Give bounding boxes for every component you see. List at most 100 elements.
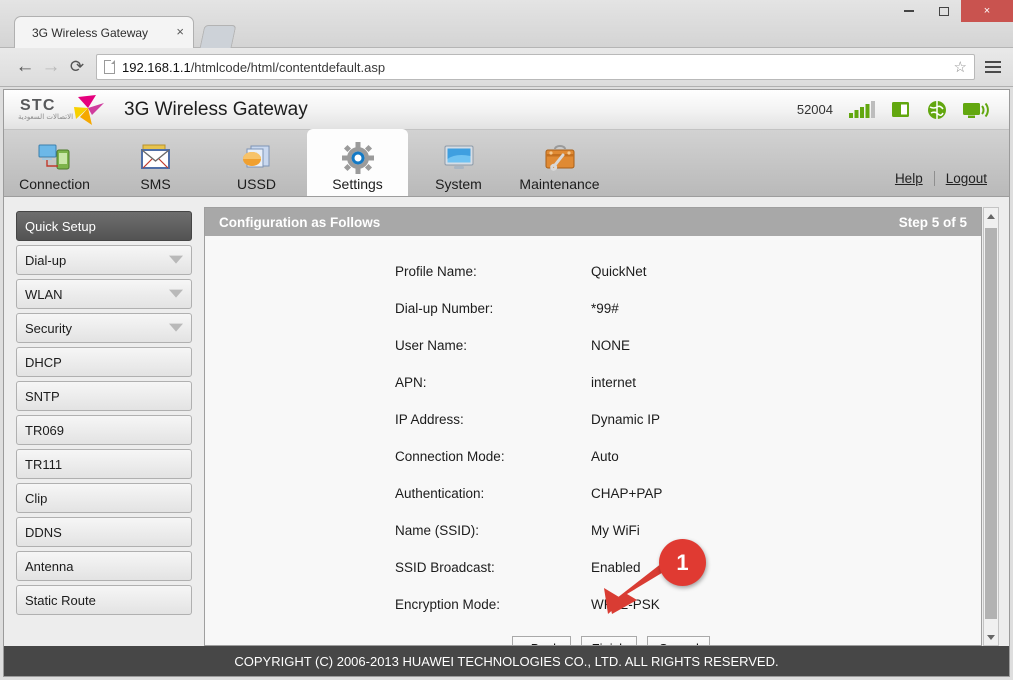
sidebar-item-quick-setup[interactable]: Quick Setup bbox=[16, 211, 192, 241]
forward-icon[interactable]: → bbox=[38, 54, 64, 80]
content-area: Configuration as Follows Step 5 of 5 Pro… bbox=[204, 207, 1009, 646]
row-label: Profile Name: bbox=[395, 264, 477, 279]
table-row: Authentication: CHAP+PAP bbox=[395, 486, 791, 523]
row-label: Authentication: bbox=[395, 486, 485, 501]
row-label: IP Address: bbox=[395, 412, 464, 427]
chevron-down-icon bbox=[169, 255, 183, 264]
row-label: Encryption Mode: bbox=[395, 597, 501, 612]
page-title: 3G Wireless Gateway bbox=[124, 98, 308, 120]
logout-link[interactable]: Logout bbox=[946, 171, 987, 186]
sidebar-item-label: Antenna bbox=[25, 558, 74, 574]
status-indicators: 52004 bbox=[797, 100, 997, 120]
row-label: Name (SSID): bbox=[395, 523, 480, 538]
footer-copyright: COPYRIGHT (C) 2006-2013 HUAWEI TECHNOLOG… bbox=[4, 646, 1009, 676]
close-window-button[interactable]: × bbox=[961, 0, 1013, 22]
minimize-button[interactable] bbox=[891, 0, 926, 22]
table-row: Encryption Mode: WPA2-PSK bbox=[395, 597, 791, 634]
row-value: internet bbox=[591, 375, 637, 390]
back-button[interactable]: <Back bbox=[512, 636, 571, 645]
browser-window: 3G Wireless Gateway × × ← → ⟳ 192.168.1.… bbox=[0, 0, 1013, 680]
tab-maintenance[interactable]: Maintenance bbox=[509, 129, 610, 196]
tab-connection[interactable]: Connection bbox=[4, 129, 105, 196]
page-scrollbar[interactable] bbox=[983, 207, 999, 646]
sidebar-item-static-route[interactable]: Static Route bbox=[16, 585, 192, 615]
table-row: Name (SSID): My WiFi bbox=[395, 523, 791, 560]
sidebar-item-label: Static Route bbox=[25, 592, 96, 608]
row-value: QuickNet bbox=[591, 264, 647, 279]
finish-button[interactable]: Finish bbox=[580, 636, 638, 645]
sidebar-item-tr111[interactable]: TR111 bbox=[16, 449, 192, 479]
sidebar-item-security[interactable]: Security bbox=[16, 313, 192, 343]
stc-logo: STC الاتصالات السعودية bbox=[18, 94, 104, 125]
sidebar-item-label: WLAN bbox=[25, 286, 63, 302]
row-label: Dial-up Number: bbox=[395, 301, 494, 316]
window-controls: × bbox=[891, 0, 1013, 22]
sidebar-item-clip[interactable]: Clip bbox=[16, 483, 192, 513]
help-link[interactable]: Help bbox=[895, 171, 923, 186]
row-label: APN: bbox=[395, 375, 427, 390]
tab-close-icon[interactable]: × bbox=[176, 24, 184, 39]
configuration-panel: Configuration as Follows Step 5 of 5 Pro… bbox=[204, 207, 982, 646]
tab-settings-label: Settings bbox=[332, 176, 383, 192]
page-document-icon bbox=[104, 60, 115, 74]
chevron-down-icon bbox=[169, 323, 183, 332]
scroll-up-icon[interactable] bbox=[984, 208, 998, 224]
sidebar-item-label: Clip bbox=[25, 490, 48, 506]
system-monitor-icon bbox=[441, 141, 477, 175]
sidebar-item-dial-up[interactable]: Dial-up bbox=[16, 245, 192, 275]
stc-butterfly-icon bbox=[74, 94, 104, 125]
scrollbar-thumb[interactable] bbox=[985, 228, 997, 619]
sidebar-item-ddns[interactable]: DDNS bbox=[16, 517, 192, 547]
panel-body: Profile Name: QuickNet Dial-up Number: *… bbox=[205, 236, 981, 645]
sidebar-item-dhcp[interactable]: DHCP bbox=[16, 347, 192, 377]
connection-icon bbox=[37, 141, 73, 175]
ussd-icon bbox=[239, 141, 275, 175]
table-row: Connection Mode: Auto bbox=[395, 449, 791, 486]
configuration-summary-table: Profile Name: QuickNet Dial-up Number: *… bbox=[395, 264, 791, 634]
main-navigation: Connection SMS USSD Settings System Main… bbox=[4, 129, 1009, 197]
tab-connection-label: Connection bbox=[19, 176, 90, 192]
sidebar-item-label: TR069 bbox=[25, 422, 65, 438]
sidebar-item-antenna[interactable]: Antenna bbox=[16, 551, 192, 581]
table-row: SSID Broadcast: Enabled bbox=[395, 560, 791, 597]
header-links: Help Logout bbox=[895, 171, 1009, 196]
address-bar[interactable]: 192.168.1.1/htmlcode/html/contentdefault… bbox=[96, 54, 975, 80]
sidebar-item-label: SNTP bbox=[25, 388, 60, 404]
bookmark-star-icon[interactable]: ☆ bbox=[954, 58, 967, 76]
sidebar-item-label: TR111 bbox=[25, 456, 63, 472]
row-value: CHAP+PAP bbox=[591, 486, 663, 501]
maintenance-toolbox-icon bbox=[542, 141, 578, 175]
sms-icon bbox=[138, 141, 174, 175]
signal-bars-icon bbox=[849, 100, 875, 118]
scrollbar-track[interactable] bbox=[984, 224, 998, 629]
back-icon[interactable]: ← bbox=[12, 54, 38, 80]
maximize-button[interactable] bbox=[926, 0, 961, 22]
settings-gear-icon bbox=[341, 141, 375, 175]
wizard-step-indicator: Step 5 of 5 bbox=[898, 214, 967, 230]
url-host: 192.168.1.1 bbox=[122, 59, 191, 75]
table-row: Profile Name: QuickNet bbox=[395, 264, 791, 301]
tab-ussd-label: USSD bbox=[237, 176, 276, 192]
scroll-down-icon[interactable] bbox=[984, 629, 998, 645]
svg-text:الاتصالات السعودية: الاتصالات السعودية bbox=[18, 113, 73, 121]
tab-settings[interactable]: Settings bbox=[307, 129, 408, 196]
chevron-down-icon bbox=[169, 289, 183, 298]
reload-icon[interactable]: ⟳ bbox=[64, 54, 90, 80]
new-tab-button[interactable] bbox=[199, 25, 237, 48]
browser-tab[interactable]: 3G Wireless Gateway × bbox=[14, 16, 194, 48]
page-body: Quick Setup Dial-up WLAN Security DHCP S… bbox=[4, 197, 1009, 646]
sidebar-item-tr069[interactable]: TR069 bbox=[16, 415, 192, 445]
sidebar-item-sntp[interactable]: SNTP bbox=[16, 381, 192, 411]
row-label: User Name: bbox=[395, 338, 468, 353]
tab-system-label: System bbox=[435, 176, 482, 192]
cancel-button[interactable]: Cancel bbox=[647, 636, 710, 645]
browser-menu-icon[interactable] bbox=[985, 61, 1001, 73]
tab-system[interactable]: System bbox=[408, 129, 509, 196]
tab-sms[interactable]: SMS bbox=[105, 129, 206, 196]
svg-text:STC: STC bbox=[20, 97, 56, 114]
sidebar-item-label: DHCP bbox=[25, 354, 62, 370]
tab-sms-label: SMS bbox=[140, 176, 171, 192]
tab-ussd[interactable]: USSD bbox=[206, 129, 307, 196]
row-label: SSID Broadcast: bbox=[395, 560, 495, 575]
sidebar-item-wlan[interactable]: WLAN bbox=[16, 279, 192, 309]
